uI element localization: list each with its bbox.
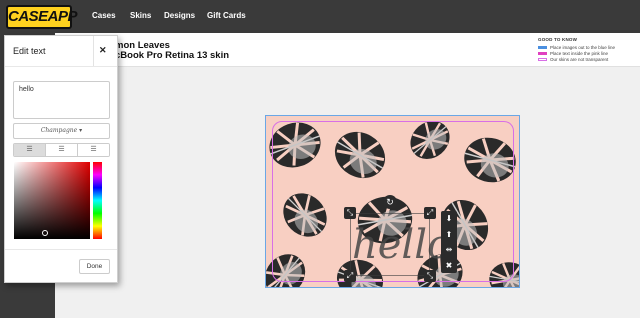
color-saturation-picker[interactable] [14,162,90,239]
caseapp-logo[interactable]: CASEAPP [6,5,78,29]
legend-text: Place images out to the blue line [550,44,616,50]
text-toolbar: ⬇ ⬆ ⇹ ✖ [441,211,457,273]
product-subtitle: cBook Pro Retina 13 skin [115,50,230,61]
chevron-down-icon: ▾ [79,127,83,134]
nav-cases[interactable]: Cases [92,11,116,20]
delete-icon[interactable]: ✖ [441,258,457,274]
white-swatch [538,57,547,61]
done-button[interactable]: Done [79,259,110,274]
panel-title: Edit text [13,46,46,56]
close-icon[interactable]: ✕ [99,45,107,56]
resize-handle-icon[interactable]: ⤡ [424,270,436,282]
hue-slider[interactable] [93,162,102,239]
center-icon[interactable]: ⇹ [441,242,457,258]
legend-text: Our skins are not transparent [550,56,609,62]
nav-skins[interactable]: Skins [130,11,151,20]
font-select-value: Champagne [40,127,78,134]
legend-item-white: Our skins are not transparent [538,56,638,62]
resize-handle-icon[interactable]: ⤢ [344,270,356,282]
align-center-icon[interactable]: ☰ [46,144,78,156]
align-right-icon[interactable]: ☰ [78,144,109,156]
resize-handle-icon[interactable]: ⤢ [424,207,436,219]
good-to-know-legend: GOOD TO KNOW Place images out to the blu… [538,37,638,62]
font-select[interactable]: Champagne ▾ [13,123,110,139]
legend-text: Place text inside the pink line [550,50,609,56]
top-navigation: CASEAPP Cases Skins Designs Gift Cards [0,0,640,33]
align-left-icon[interactable]: ☰ [14,144,46,156]
rotate-icon[interactable]: ↻ [383,195,397,209]
nav-designs[interactable]: Designs [164,11,195,20]
alignment-group: ☰ ☰ ☰ [13,143,110,157]
edit-text-panel: Edit text ✕ Champagne ▾ ☰ ☰ ☰ Done [4,35,118,283]
divider [5,249,117,250]
move-up-icon[interactable]: ⬆ [441,227,457,243]
pink-line-swatch [538,51,547,55]
move-down-icon[interactable]: ⬇ [441,211,457,227]
nav-gift-cards[interactable]: Gift Cards [207,11,246,20]
blue-line-swatch [538,45,547,49]
resize-handle-icon[interactable]: ⤡ [344,207,356,219]
text-input[interactable] [13,81,110,119]
divider [5,66,117,67]
color-picker-knob[interactable] [42,230,48,236]
text-selection-box[interactable] [350,213,430,276]
divider [93,36,94,66]
legend-title: GOOD TO KNOW [538,37,578,42]
